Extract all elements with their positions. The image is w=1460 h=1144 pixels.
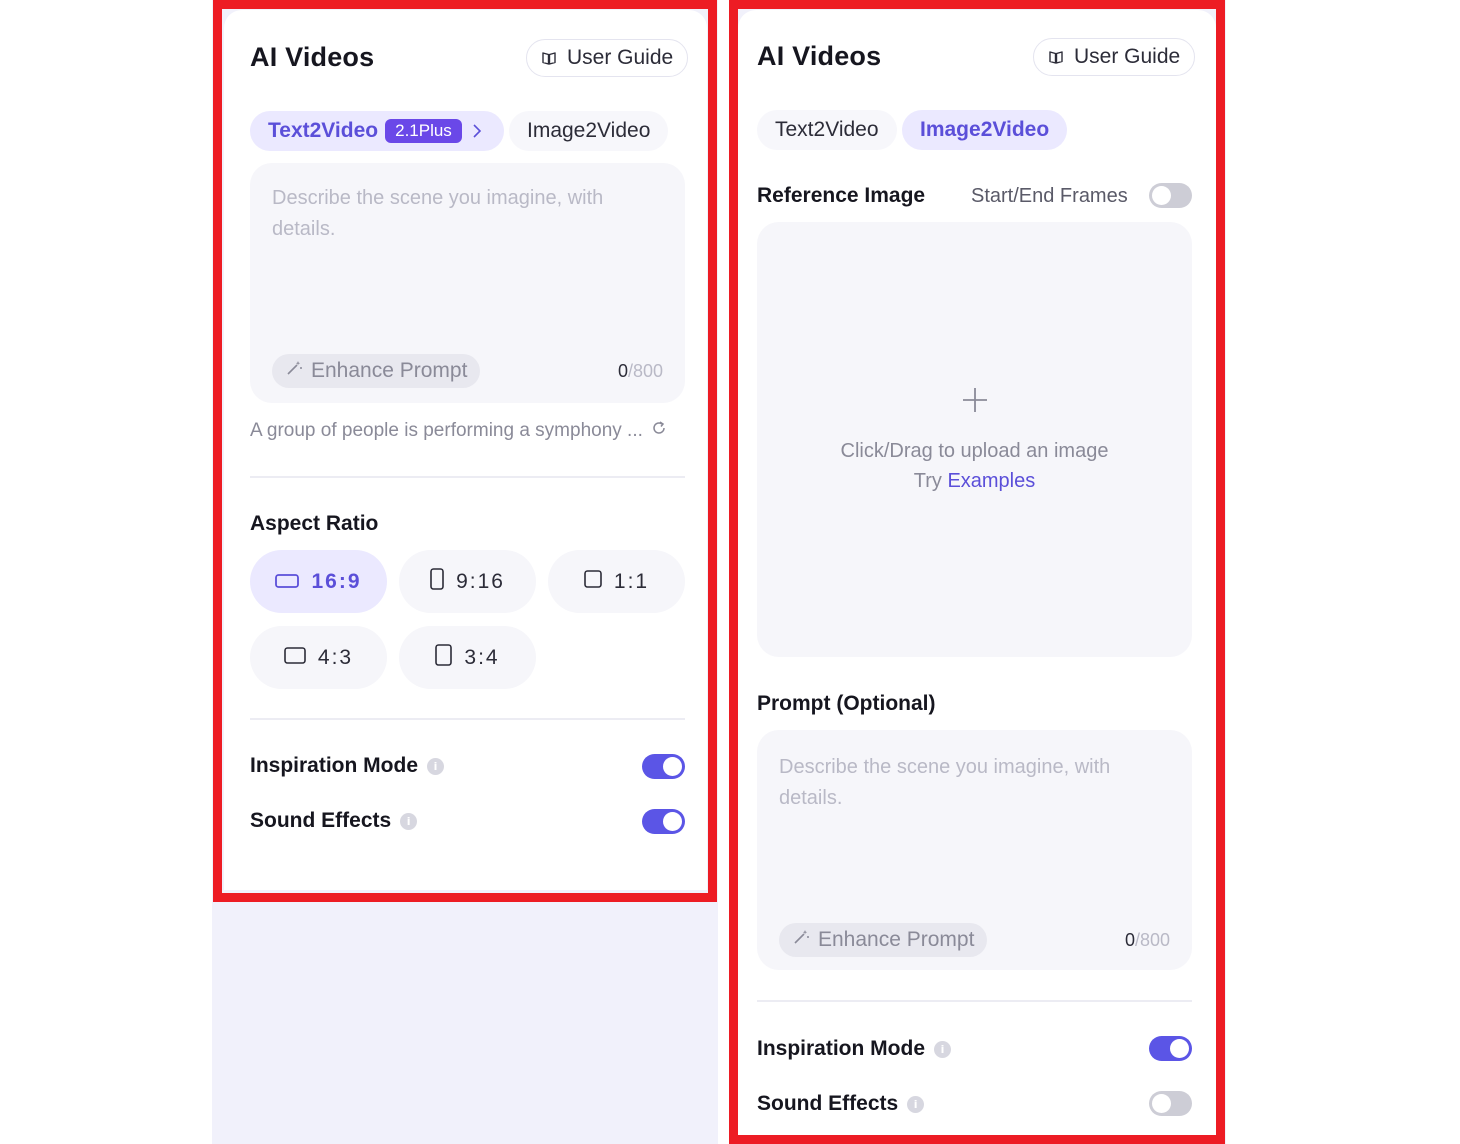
ratio-option-4-3[interactable]: 4:3 xyxy=(250,626,387,689)
prompt-placeholder: Describe the scene you imagine, with det… xyxy=(779,756,1111,809)
inspiration-mode-row: Inspiration Mode i xyxy=(250,754,444,778)
ratio-label: 3:4 xyxy=(464,645,500,669)
right-panel: AI Videos User Guide Text2Video Image2Vi… xyxy=(738,10,1216,1140)
tab-text2video[interactable]: Text2Video xyxy=(757,110,897,150)
try-text: Try xyxy=(913,470,942,492)
landscape-icon xyxy=(284,646,306,670)
character-counter: 0/800 xyxy=(1125,930,1170,951)
sound-effects-toggle[interactable] xyxy=(642,809,685,834)
character-max: /800 xyxy=(627,361,663,381)
user-guide-button[interactable]: User Guide xyxy=(526,39,689,77)
try-examples: Try Examples xyxy=(757,470,1192,493)
ratio-label: 16:9 xyxy=(311,569,362,593)
tab-image2video[interactable]: Image2Video xyxy=(509,111,669,151)
info-icon[interactable]: i xyxy=(400,812,418,830)
tab-image2video-label: Image2Video xyxy=(920,118,1050,141)
ratio-option-1-1[interactable]: 1:1 xyxy=(548,550,685,613)
toggle-knob xyxy=(663,812,682,831)
character-count: 0 xyxy=(1124,930,1135,950)
reference-image-label: Reference Image xyxy=(757,184,926,207)
ratio-option-16-9[interactable]: 16:9 xyxy=(250,550,387,613)
character-counter: 0/800 xyxy=(618,361,663,382)
prompt-input[interactable]: Describe the scene you imagine, with det… xyxy=(757,730,1192,970)
refresh-icon[interactable] xyxy=(651,420,667,442)
divider xyxy=(757,1000,1192,1002)
sound-effects-toggle[interactable] xyxy=(1149,1091,1192,1116)
divider xyxy=(250,476,685,478)
tab-image2video-label: Image2Video xyxy=(527,119,651,142)
sample-prompt-text: A group of people is performing a sympho… xyxy=(250,420,643,441)
enhance-prompt-button[interactable]: Enhance Prompt xyxy=(272,354,481,388)
inspiration-mode-row: Inspiration Mode i xyxy=(757,1037,951,1061)
user-guide-label: User Guide xyxy=(1074,45,1181,68)
info-icon[interactable]: i xyxy=(907,1095,925,1113)
tab-text2video-label: Text2Video xyxy=(775,118,879,141)
prompt-placeholder: Describe the scene you imagine, with det… xyxy=(272,187,604,240)
tab-text2video[interactable]: Text2Video 2.1Plus xyxy=(250,111,504,151)
enhance-prompt-label: Enhance Prompt xyxy=(818,928,975,951)
ratio-option-3-4[interactable]: 3:4 xyxy=(399,626,536,689)
info-icon[interactable]: i xyxy=(934,1040,951,1058)
square-icon xyxy=(584,569,602,594)
inspiration-mode-toggle[interactable] xyxy=(1149,1036,1192,1061)
ratio-label: 4:3 xyxy=(317,645,354,669)
upload-instruction: Click/Drag to upload an image xyxy=(840,440,1109,462)
user-guide-button[interactable]: User Guide xyxy=(1033,38,1196,76)
toggle-knob xyxy=(1170,1039,1189,1058)
chevron-right-icon xyxy=(472,124,482,138)
landscape-icon xyxy=(275,570,300,594)
aspect-ratio-label: Aspect Ratio xyxy=(250,512,379,535)
sound-effects-label: Sound Effects xyxy=(757,1092,899,1115)
sound-effects-row: Sound Effects i xyxy=(757,1092,925,1116)
plus-icon xyxy=(962,387,988,418)
character-max: /800 xyxy=(1134,930,1170,950)
tab-image2video[interactable]: Image2Video xyxy=(902,110,1068,150)
page-title: AI Videos xyxy=(250,42,375,72)
magic-wand-icon xyxy=(285,359,303,383)
tab-text2video-label: Text2Video xyxy=(268,119,379,142)
magic-wand-icon xyxy=(792,928,810,952)
inspiration-mode-label: Inspiration Mode xyxy=(757,1037,925,1060)
start-end-frames-toggle[interactable] xyxy=(1149,183,1192,208)
toggle-knob xyxy=(1152,186,1171,205)
prompt-input[interactable]: Describe the scene you imagine, with det… xyxy=(250,163,685,403)
ratio-label: 1:1 xyxy=(613,569,650,593)
info-icon[interactable]: i xyxy=(427,757,444,775)
character-count: 0 xyxy=(617,361,628,381)
start-end-frames-label: Start/End Frames xyxy=(971,185,1128,207)
sample-prompt[interactable]: A group of people is performing a sympho… xyxy=(250,420,667,442)
ratio-option-9-16[interactable]: 9:16 xyxy=(399,550,536,613)
prompt-label: Prompt (Optional) xyxy=(757,692,936,715)
page-title: AI Videos xyxy=(757,41,882,71)
ratio-label: 9:16 xyxy=(456,569,505,593)
enhance-prompt-button[interactable]: Enhance Prompt xyxy=(779,923,988,957)
inspiration-mode-toggle[interactable] xyxy=(642,754,685,779)
image-upload-area[interactable]: Click/Drag to upload an image Try Exampl… xyxy=(757,222,1192,657)
sound-effects-row: Sound Effects i xyxy=(250,809,418,833)
book-icon xyxy=(1048,49,1064,65)
sound-effects-label: Sound Effects xyxy=(250,809,392,832)
portrait-icon xyxy=(435,643,453,672)
enhance-prompt-label: Enhance Prompt xyxy=(311,359,468,382)
inspiration-mode-label: Inspiration Mode xyxy=(250,754,418,777)
examples-link[interactable]: Examples xyxy=(947,470,1035,492)
left-panel: AI Videos User Guide Text2Video 2.1Plus … xyxy=(224,10,707,890)
toggle-knob xyxy=(1152,1094,1171,1113)
toggle-knob xyxy=(663,757,682,776)
portrait-icon xyxy=(430,567,444,596)
version-badge: 2.1Plus xyxy=(385,119,462,143)
user-guide-label: User Guide xyxy=(567,46,674,69)
book-icon xyxy=(541,50,557,66)
divider xyxy=(250,718,685,720)
